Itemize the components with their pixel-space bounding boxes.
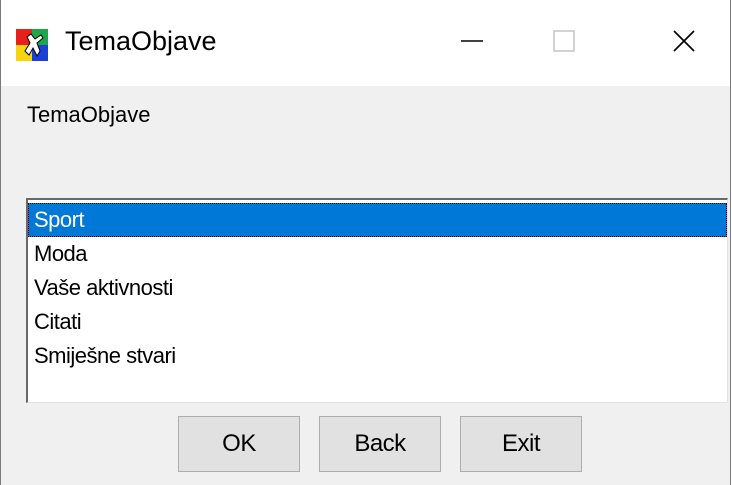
- list-item-moda[interactable]: Moda: [28, 237, 727, 271]
- list-item-vase-aktivnosti[interactable]: Vaše aktivnosti: [28, 271, 727, 305]
- list-item-citati[interactable]: Citati: [28, 305, 727, 339]
- topic-listbox[interactable]: Sport Moda Vaše aktivnosti Citati Smiješ…: [26, 198, 728, 403]
- maximize-button[interactable]: [518, 0, 610, 86]
- minimize-icon: [460, 29, 484, 58]
- window-title: TemaObjave: [65, 26, 217, 56]
- minimize-button[interactable]: [426, 0, 518, 86]
- close-icon: [672, 29, 696, 58]
- title-bar[interactable]: TemaObjave: [1, 0, 730, 86]
- dialog-window: TemaObjave TemaObjave Sport Moda Vaše ak…: [0, 0, 731, 485]
- back-button[interactable]: Back: [319, 416, 441, 472]
- dialog-label: TemaObjave: [27, 102, 151, 127]
- exit-button[interactable]: Exit: [460, 416, 582, 472]
- close-button[interactable]: [638, 0, 730, 86]
- dialog-client-area: TemaObjave Sport Moda Vaše aktivnosti Ci…: [1, 86, 730, 485]
- maximize-icon: [552, 29, 576, 58]
- ok-button[interactable]: OK: [178, 416, 300, 472]
- list-item-smijesne-stvari[interactable]: Smiješne stvari: [28, 339, 727, 373]
- list-item-sport[interactable]: Sport: [28, 203, 727, 237]
- app-icon[interactable]: [16, 29, 48, 61]
